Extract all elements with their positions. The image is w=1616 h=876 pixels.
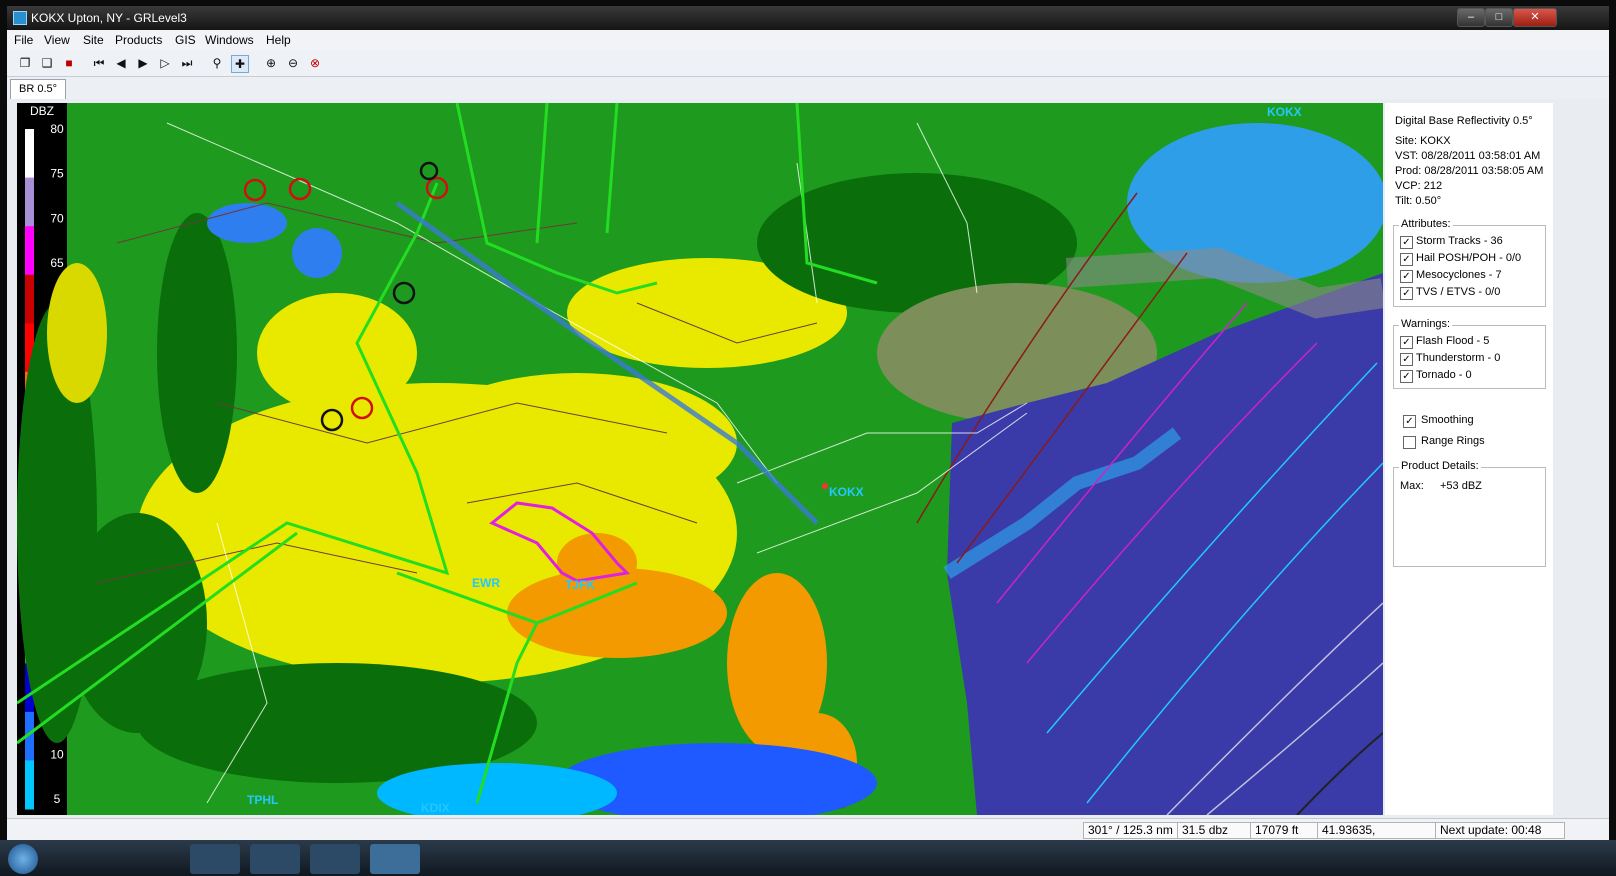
- label-kdix: KDIX: [421, 801, 450, 815]
- thunderstorm-checkbox[interactable]: ✓: [1400, 353, 1413, 366]
- previous-frame-icon[interactable]: ◀: [113, 55, 129, 71]
- menu-bar: File View Site Products GIS Windows Help: [7, 30, 1609, 50]
- start-button[interactable]: [8, 844, 38, 874]
- product-info-panel: Digital Base Reflectivity 0.5° Site: KOK…: [1385, 103, 1553, 815]
- product-name: Digital Base Reflectivity 0.5°: [1395, 115, 1533, 127]
- legend-swatch: [25, 129, 34, 179]
- product-tilt: Tilt: 0.50°: [1395, 195, 1442, 207]
- range-rings-label[interactable]: Range Rings: [1421, 435, 1485, 447]
- status-next-update: Next update: 00:48: [1435, 822, 1565, 839]
- menu-site[interactable]: Site: [83, 33, 104, 47]
- attributes-group: Attributes: ✓ Storm Tracks - 36 ✓ Hail P…: [1393, 218, 1546, 307]
- storm-tracks-label: Storm Tracks - 36: [1416, 235, 1503, 247]
- product-prod-time: Prod: 08/28/2011 03:58:05 AM: [1395, 165, 1544, 177]
- product-vcp: VCP: 212: [1395, 180, 1443, 192]
- hail-checkbox[interactable]: ✓: [1400, 253, 1413, 266]
- copy-icon[interactable]: ❐: [17, 55, 33, 71]
- zoom-out-icon[interactable]: ⊖: [285, 55, 301, 71]
- warnings-title: Warnings:: [1399, 318, 1453, 330]
- minimize-button[interactable]: –: [1457, 8, 1485, 27]
- smoothing-label[interactable]: Smoothing: [1421, 414, 1474, 426]
- status-coordinates: 41.93635, -75.25427: [1317, 822, 1437, 852]
- thunderstorm-label: Thunderstorm - 0: [1416, 352, 1501, 364]
- maximize-button[interactable]: □: [1485, 8, 1513, 27]
- title-bar: KOKX Upton, NY - GRLevel3 – □ ✕: [7, 6, 1609, 30]
- menu-windows[interactable]: Windows: [205, 33, 254, 47]
- next-frame-icon[interactable]: ▷: [157, 55, 173, 71]
- legend-swatch: [25, 177, 34, 227]
- play-icon[interactable]: ▶: [135, 55, 151, 71]
- zoom-reset-icon[interactable]: ⊗: [307, 55, 323, 71]
- attributes-title: Attributes:: [1399, 218, 1453, 230]
- product-details-group: Product Details: Max: +53 dBZ: [1393, 460, 1546, 567]
- product-details-title: Product Details:: [1399, 460, 1481, 472]
- tvs-checkbox[interactable]: ✓: [1400, 287, 1413, 300]
- legend-tick-label: 70: [50, 211, 64, 225]
- label-tphl: TPHL: [247, 793, 278, 807]
- range-rings-checkbox[interactable]: [1403, 436, 1416, 449]
- taskbar-app-2[interactable]: [250, 844, 300, 874]
- status-height: 17079 ft: [1250, 822, 1318, 839]
- flash-flood-label: Flash Flood - 5: [1416, 335, 1490, 347]
- menu-view[interactable]: View: [44, 33, 70, 47]
- legend-tick-label: 75: [50, 167, 64, 181]
- product-site: Site: KOKX: [1395, 135, 1451, 147]
- application-window: KOKX Upton, NY - GRLevel3 – □ ✕ File Vie…: [7, 6, 1609, 870]
- taskbar-app-1[interactable]: [190, 844, 240, 874]
- max-label: Max:: [1400, 480, 1424, 492]
- last-frame-icon[interactable]: ⏭: [179, 55, 195, 71]
- taskbar-app-grlevel3[interactable]: [370, 844, 420, 874]
- tab-bar: BR 0.5°: [7, 77, 1609, 99]
- legend-swatch: [25, 226, 34, 276]
- max-value: +53 dBZ: [1440, 480, 1482, 492]
- radar-site-marker: [822, 483, 828, 489]
- radar-display[interactable]: DBZ 8075706560555045403530252015105: [17, 103, 1383, 815]
- menu-file[interactable]: File: [14, 33, 33, 47]
- tvs-label: TVS / ETVS - 0/0: [1416, 286, 1501, 298]
- label-kokx-site: KOKX: [829, 485, 864, 499]
- tornado-checkbox[interactable]: ✓: [1400, 370, 1413, 383]
- smoothing-checkbox[interactable]: ✓: [1403, 415, 1416, 428]
- zoom-icon[interactable]: ⚲: [209, 55, 225, 71]
- first-frame-icon[interactable]: ⏮: [91, 55, 107, 71]
- toolbar: ❐ ❑ ■ ⏮ ◀ ▶ ▷ ⏭ ⚲ ✚ ⊕ ⊖ ⊗: [7, 50, 1609, 77]
- flash-flood-checkbox[interactable]: ✓: [1400, 336, 1413, 349]
- app-icon: [13, 11, 27, 25]
- legend-tick-label: 10: [50, 747, 64, 761]
- mesocyclones-checkbox[interactable]: ✓: [1400, 270, 1413, 283]
- taskbar: [0, 840, 1616, 876]
- menu-help[interactable]: Help: [266, 33, 291, 47]
- menu-gis[interactable]: GIS: [175, 33, 196, 47]
- warnings-group: Warnings: ✓ Flash Flood - 5 ✓ Thundersto…: [1393, 318, 1546, 389]
- radar-map: DBZ 8075706560555045403530252015105: [17, 103, 1383, 815]
- legend-swatch: [25, 760, 34, 810]
- mesocyclones-label: Mesocyclones - 7: [1416, 269, 1502, 281]
- label-ewr: EWR: [472, 576, 500, 590]
- legend-swatch: [25, 274, 34, 324]
- legend-tick-label: 80: [50, 122, 64, 136]
- product-vst: VST: 08/28/2011 03:58:01 AM: [1395, 150, 1541, 162]
- label-kokx-corner: KOKX: [1267, 105, 1302, 119]
- paste-icon[interactable]: ❑: [39, 55, 55, 71]
- legend-title: DBZ: [30, 104, 54, 118]
- close-button[interactable]: ✕: [1513, 8, 1557, 27]
- tornado-label: Tornado - 0: [1416, 369, 1472, 381]
- menu-products[interactable]: Products: [115, 33, 162, 47]
- label-tjfk: TJFK: [565, 578, 595, 592]
- legend-tick-label: 65: [50, 256, 64, 270]
- pan-icon[interactable]: ✚: [231, 55, 249, 73]
- window-title: KOKX Upton, NY - GRLevel3: [31, 11, 187, 25]
- delete-icon[interactable]: ■: [61, 55, 77, 71]
- status-azimuth-range: 301° / 125.3 nm: [1083, 822, 1178, 839]
- legend-tick-label: 5: [54, 792, 61, 806]
- hail-label: Hail POSH/POH - 0/0: [1416, 252, 1522, 264]
- tab-br-0-5[interactable]: BR 0.5°: [10, 79, 67, 99]
- status-dbz: 31.5 dbz: [1177, 822, 1251, 839]
- taskbar-app-3[interactable]: [310, 844, 360, 874]
- zoom-in-icon[interactable]: ⊕: [263, 55, 279, 71]
- status-bar: 301° / 125.3 nm 31.5 dbz 17079 ft 41.936…: [7, 818, 1609, 852]
- storm-tracks-checkbox[interactable]: ✓: [1400, 236, 1413, 249]
